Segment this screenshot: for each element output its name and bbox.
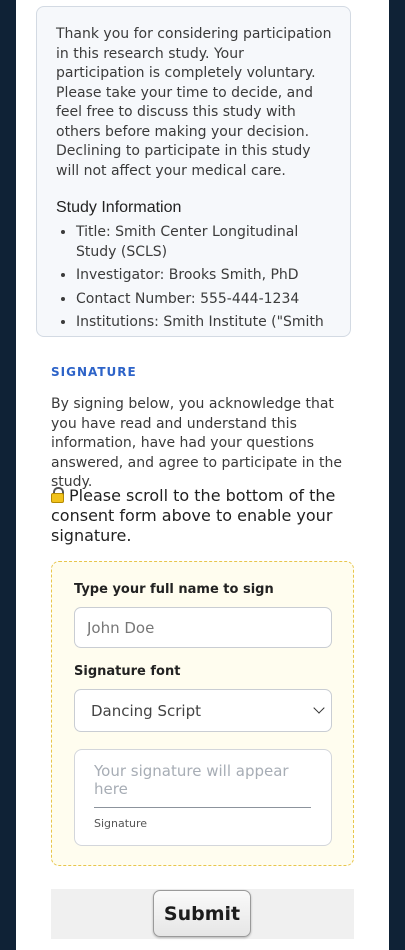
study-info-item: Investigator: Brooks Smith, PhD — [76, 266, 336, 286]
consent-content: Thank you for considering participation … — [56, 25, 336, 336]
signature-card: Type your full name to sign Signature fo… — [51, 561, 354, 866]
signature-font-selected-value: Dancing Script — [91, 701, 201, 720]
signature-font-select[interactable]: Dancing Script — [74, 689, 332, 732]
scroll-notice: Please scroll to the bottom of the conse… — [51, 486, 351, 546]
study-info-list: Title: Smith Center Longitudinal Study (… — [56, 223, 336, 333]
chevron-down-icon — [313, 702, 325, 714]
consent-intro: Thank you for considering participation … — [56, 26, 332, 179]
signature-section-label: SIGNATURE — [51, 365, 137, 379]
acknowledgement-text: By signing below, you acknowledge that y… — [51, 396, 342, 490]
signature-preview: Your signature will appear here Signatur… — [74, 749, 332, 846]
lock-icon — [51, 487, 64, 503]
signature-caption: Signature — [94, 817, 148, 830]
study-info-heading: Study Information — [56, 199, 182, 216]
font-field-label: Signature font — [74, 664, 181, 679]
study-info-item: Contact Number: 555-444-1234 — [76, 290, 336, 310]
consent-form-scroll-area[interactable]: Thank you for considering participation … — [36, 6, 351, 337]
study-info-item: Title: Smith Center Longitudinal Study (… — [76, 223, 336, 262]
scroll-notice-text: Please scroll to the bottom of the conse… — [51, 486, 336, 545]
full-name-input[interactable] — [74, 607, 332, 648]
submit-button[interactable]: Submit — [153, 890, 251, 937]
submit-bar: Submit — [51, 889, 354, 939]
signature-preview-placeholder: Your signature will appear here — [94, 762, 289, 798]
study-info-item: Institutions: Smith Institute ("Smith — [76, 313, 336, 333]
signature-line — [94, 807, 311, 808]
name-field-label: Type your full name to sign — [74, 582, 274, 597]
